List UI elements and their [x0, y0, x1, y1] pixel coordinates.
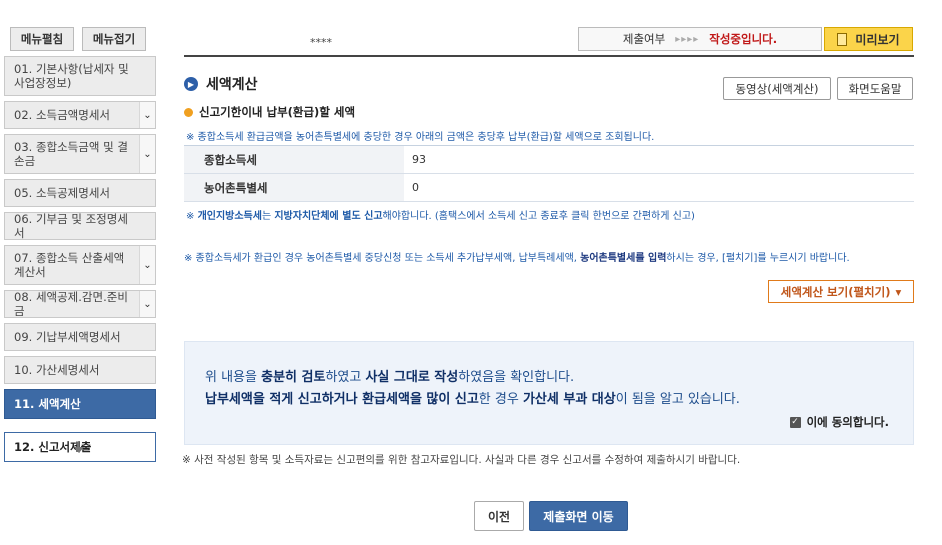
local-income-tax-note: ※ 개인지방소득세는 지방자치단체에 별도 신고해야합니다. (홈택스에서 소득…	[186, 207, 695, 222]
expand-menu-button[interactable]: 메뉴펼침	[10, 27, 74, 51]
note-prefix: ※	[186, 211, 198, 222]
chevron-down-icon[interactable]: ⌄	[139, 135, 155, 173]
note-text: ※ 종합소득세가 환급인 경우 농어촌특별세 중당신청 또는 소득세 추가납부세…	[184, 253, 581, 264]
tax-summary-table: 종합소득세 93 농어촌특별세 0	[184, 145, 914, 202]
previous-button[interactable]: 이전	[474, 501, 524, 531]
agree-label: 이에 동의합니다.	[806, 415, 889, 429]
sidebar-item-total-income[interactable]: 03. 종합소득금액 및 결손금 ⌄	[4, 134, 156, 174]
income-tax-value: 93	[412, 153, 426, 166]
sidebar-item-additional-tax[interactable]: 10. 가산세명세서	[4, 356, 156, 384]
sidebar-item-label: 03. 종합소득금액 및 결손금	[14, 140, 128, 168]
sidebar-item-label: 06. 기부금 및 조정명세서	[14, 212, 128, 240]
sidebar-item-donations[interactable]: 06. 기부금 및 조정명세서	[4, 212, 156, 240]
sidebar-item-tax-calculation[interactable]: 11. 세액계산	[4, 389, 156, 419]
reference-note: ※ 사전 작성된 항목 및 소득자료는 신고편의를 위한 참고자료입니다. 사실…	[182, 454, 741, 466]
chevron-down-icon[interactable]: ⌄	[139, 102, 155, 128]
sidebar-item-basic-info[interactable]: 01. 기본사항(납세자 및 사업장정보)	[4, 56, 156, 96]
sidebar-item-label: 07. 종합소득 산출세액계산서	[14, 251, 125, 279]
step-arrow-icon	[74, 447, 84, 453]
menu-toggle-group: 메뉴펼침 메뉴접기	[10, 27, 146, 51]
document-icon	[837, 32, 848, 46]
confirm-text: 이 됨을 알고 있습니다.	[615, 392, 740, 407]
row-label: 농어촌특별세	[184, 174, 404, 201]
status-value: 작성중	[709, 32, 742, 46]
sidebar-item-label: 01. 기본사항(납세자 및 사업장정보)	[14, 62, 129, 90]
note-emphasis: 지방자치단체에 별도 신고	[274, 211, 383, 222]
agree-checkbox[interactable]: ✓ 이에 동의합니다.	[789, 414, 889, 430]
section-subtitle-text: 신고기한이내 납부(환급)할 세액	[199, 105, 356, 119]
expand-label: 세액계산 보기(펼치기)	[780, 284, 891, 299]
sidebar: 01. 기본사항(납세자 및 사업장정보) 02. 소득금액명세서 ⌄ 03. 종…	[4, 56, 156, 467]
confirm-text: 하였고	[325, 370, 366, 385]
expand-tax-calc-button[interactable]: 세액계산 보기(펼치기) ▾	[768, 280, 914, 303]
rural-tax-value: 0	[412, 181, 419, 194]
collapse-menu-button[interactable]: 메뉴접기	[82, 27, 146, 51]
arrow-right-icon: ▶	[184, 77, 198, 91]
note-emphasis: 농어촌특별세를 입력	[580, 253, 667, 264]
sidebar-item-tax-calc-statement[interactable]: 07. 종합소득 산출세액계산서 ⌄	[4, 245, 156, 285]
taxpayer-name: ****	[310, 36, 332, 49]
sidebar-item-label: 09. 기납부세액명세서	[14, 330, 121, 344]
row-label: 종합소득세	[184, 146, 404, 173]
sidebar-item-label: 12. 신고서제출	[14, 440, 92, 454]
confirm-emphasis: 충분히 검토	[261, 370, 326, 385]
confirm-text: 하였음을 확인합니다.	[458, 370, 575, 385]
rural-tax-note: ※ 종합소득세가 환급인 경우 농어촌특별세 중당신청 또는 소득세 추가납부세…	[184, 252, 914, 265]
submission-status: 제출여부 ▸▸▸▸ 작성중입니다.	[578, 27, 822, 51]
sidebar-item-label: 08. 세액공제.감면.준비금	[14, 290, 128, 318]
sidebar-item-tax-credits[interactable]: 08. 세액공제.감면.준비금 ⌄	[4, 290, 156, 318]
note-text: 는	[261, 211, 275, 222]
chevron-down-icon[interactable]: ⌄	[139, 246, 155, 284]
status-arrows-icon: ▸▸▸▸	[675, 33, 700, 45]
status-suffix: 입니다.	[741, 32, 778, 46]
page-title: ▶ 세액계산	[184, 74, 258, 94]
page-title-text: 세액계산	[206, 77, 258, 93]
confirm-emphasis: 납부세액을 적게 신고하거나 환급세액을 많이 신고	[205, 392, 479, 407]
sidebar-item-label: 02. 소득금액명세서	[14, 108, 111, 122]
confirm-line-1: 위 내용을 충분히 검토하였고 사실 그대로 작성하였음을 확인합니다.	[205, 366, 574, 385]
section-subtitle: 신고기한이내 납부(환급)할 세액	[184, 104, 355, 120]
chevron-down-icon[interactable]: ⌄	[139, 291, 155, 317]
sidebar-item-prepaid-tax[interactable]: 09. 기납부세액명세서	[4, 323, 156, 351]
table-row: 종합소득세 93	[184, 146, 914, 174]
sidebar-item-label: 11. 세액계산	[14, 397, 81, 411]
preview-label: 미리보기	[855, 32, 900, 47]
confirm-emphasis: 사실 그대로 작성	[365, 370, 459, 385]
status-value-text: 작성중입니다.	[709, 31, 777, 47]
confirm-text: 위 내용을	[205, 370, 262, 385]
status-label: 제출여부	[622, 32, 666, 46]
video-guide-button[interactable]: 동영상(세액계산)	[723, 77, 831, 100]
sidebar-item-label: 05. 소득공제명세서	[14, 186, 111, 200]
screen-help-button[interactable]: 화면도움말	[837, 77, 913, 100]
confirm-line-2: 납부세액을 적게 신고하거나 환급세액을 많이 신고한 경우 가산세 부과 대상…	[205, 388, 740, 407]
caret-down-icon: ▾	[895, 284, 902, 299]
sidebar-item-label: 10. 가산세명세서	[14, 363, 100, 377]
table-row: 농어촌특별세 0	[184, 174, 914, 202]
preview-button[interactable]: 미리보기	[824, 27, 913, 51]
header-divider	[184, 55, 914, 57]
note-emphasis: 개인지방소득세	[197, 211, 262, 222]
checkmark-icon[interactable]: ✓	[789, 416, 801, 428]
sidebar-item-income-statement[interactable]: 02. 소득금액명세서 ⌄	[4, 101, 156, 129]
go-to-submit-button[interactable]: 제출화면 이동	[529, 501, 628, 531]
offset-note: ※ 종합소득세 환급금액을 농어촌특별세에 충당한 경우 아래의 금액은 충당후…	[186, 132, 655, 143]
sidebar-item-deductions[interactable]: 05. 소득공제명세서	[4, 179, 156, 207]
confirm-emphasis: 가산세 부과 대상	[522, 392, 616, 407]
note-text: 해야합니다. (홈택스에서 소득세 신고 종료후 클릭 한번으로 간편하게 신고…	[382, 211, 695, 222]
confirm-text: 한 경우	[478, 392, 523, 407]
bullet-icon	[184, 107, 193, 117]
note-text: 하시는 경우, [펼치기]를 누르시기 바랍니다.	[666, 253, 850, 264]
confirmation-box: 위 내용을 충분히 검토하였고 사실 그대로 작성하였음을 확인합니다. 납부세…	[184, 341, 914, 445]
